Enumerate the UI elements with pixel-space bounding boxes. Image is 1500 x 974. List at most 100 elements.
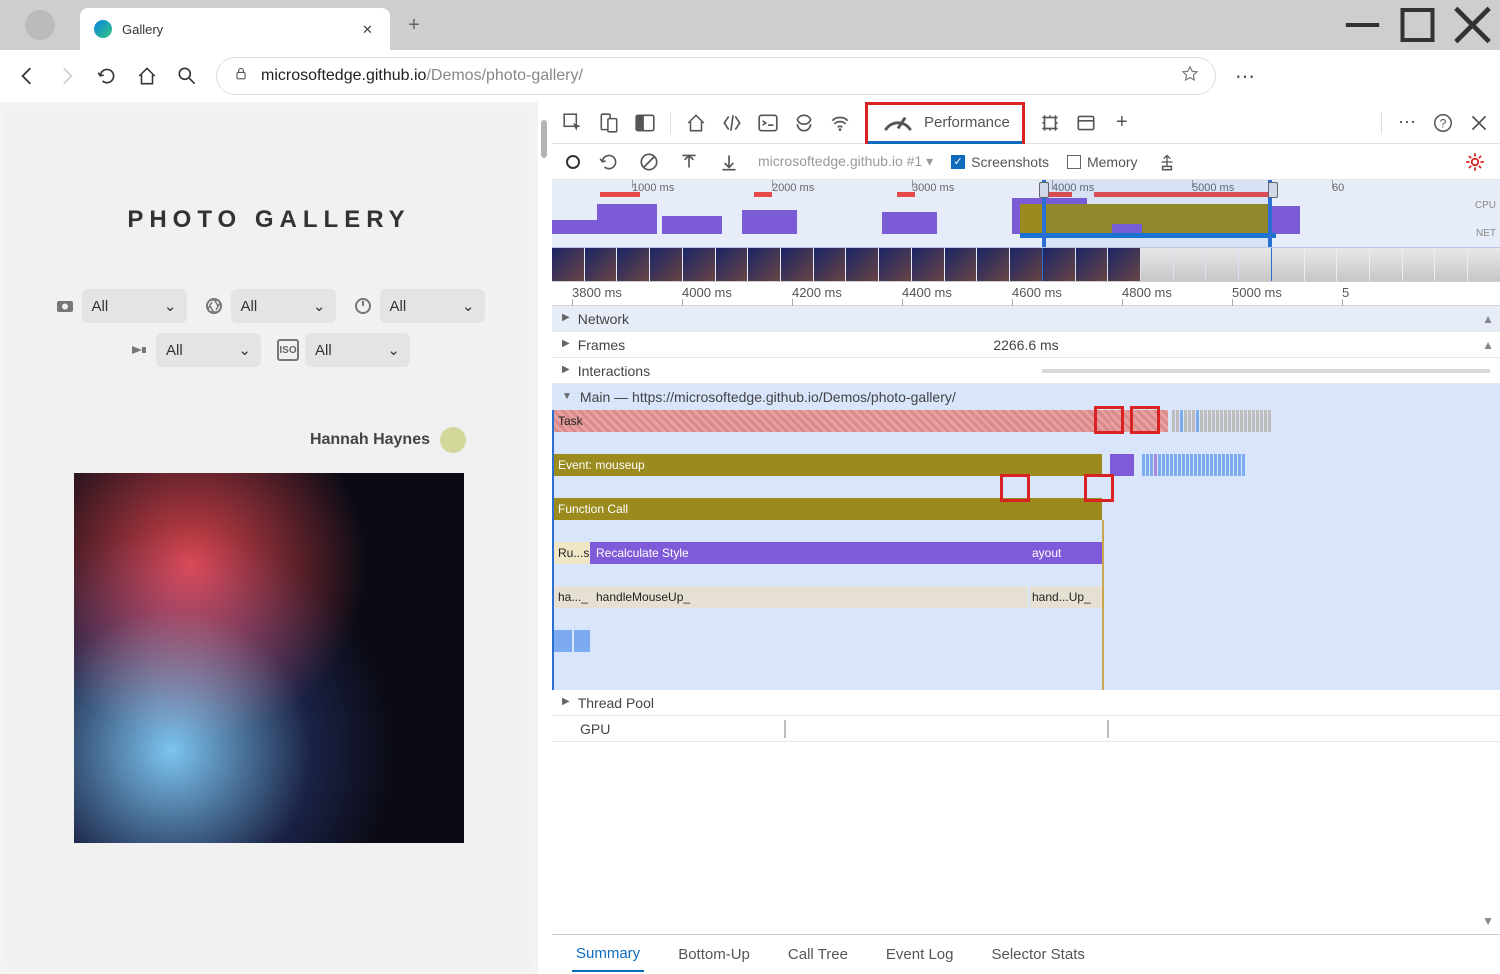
browser-tab[interactable]: Gallery ✕ (80, 8, 390, 50)
tab-selector-stats[interactable]: Selector Stats (987, 938, 1088, 971)
dock-icon[interactable] (634, 112, 656, 134)
elements-icon[interactable] (721, 112, 743, 134)
garbage-collect-icon[interactable] (1156, 151, 1178, 173)
filter-exposure-select[interactable]: All⌄ (380, 289, 485, 323)
welcome-icon[interactable] (685, 112, 707, 134)
lock-icon (233, 66, 249, 87)
browser-more-icon[interactable]: ⋯ (1234, 65, 1256, 87)
flame-recalc[interactable]: Recalculate Style (590, 542, 1030, 564)
memory-checkbox[interactable]: Memory (1067, 154, 1138, 170)
filter-camera-select[interactable]: All⌄ (82, 289, 187, 323)
track-frames[interactable]: ▶Frames2266.6 ms▲ (552, 332, 1500, 358)
application-icon[interactable] (1075, 112, 1097, 134)
home-button[interactable] (136, 65, 158, 87)
tab-close-icon[interactable]: ✕ (362, 22, 376, 36)
add-tab-icon[interactable]: + (1111, 112, 1133, 134)
network-icon[interactable] (829, 112, 851, 134)
sources-icon[interactable] (793, 112, 815, 134)
tab-event-log[interactable]: Event Log (882, 938, 958, 971)
maximize-button[interactable] (1390, 5, 1445, 45)
tab-performance[interactable]: Performance (865, 102, 1025, 144)
cpu-label: CPU (1475, 200, 1496, 211)
overview-tick: 3000 ms (912, 182, 954, 194)
filmstrip (552, 247, 1500, 281)
window-close-button[interactable] (1445, 5, 1500, 45)
window-titlebar: Gallery ✕ + (0, 0, 1500, 50)
flame-handle2[interactable]: handleMouseUp_ (590, 586, 1028, 608)
overview-tick: 2000 ms (772, 182, 814, 194)
window-controls (1335, 5, 1500, 45)
reload-record-button[interactable] (598, 151, 620, 173)
filter-focal-select[interactable]: All⌄ (156, 333, 261, 367)
selection-handle-left[interactable] (1039, 182, 1049, 198)
flame-handle1[interactable]: ha..._ (552, 586, 590, 608)
gallery-photo[interactable] (74, 473, 464, 843)
clear-button[interactable] (638, 151, 660, 173)
new-tab-button[interactable]: + (400, 11, 428, 39)
net-label: NET (1476, 228, 1496, 239)
tab-summary[interactable]: Summary (572, 937, 644, 972)
page-heading: PHOTO GALLERY (10, 206, 528, 234)
track-interactions[interactable]: ▶Interactions (552, 358, 1500, 384)
browser-toolbar: microsoftedge.github.io/Demos/photo-gall… (0, 50, 1500, 102)
search-icon[interactable] (176, 65, 198, 87)
favorite-icon[interactable] (1181, 65, 1199, 88)
address-path: /Demos/photo-gallery/ (426, 67, 583, 84)
address-bar[interactable]: microsoftedge.github.io/Demos/photo-gall… (216, 57, 1216, 95)
download-icon[interactable] (718, 151, 740, 173)
help-icon[interactable]: ? (1432, 112, 1454, 134)
svg-text:?: ? (1440, 116, 1447, 130)
filter-aperture-select[interactable]: All⌄ (231, 289, 336, 323)
perf-settings-icon[interactable] (1464, 151, 1486, 173)
ruler-tick: 4400 ms (902, 285, 952, 300)
minimize-button[interactable] (1335, 5, 1390, 45)
ruler-tick: 4600 ms (1012, 285, 1062, 300)
flame-task[interactable]: Task (552, 410, 1110, 432)
track-main-header[interactable]: ▼Main — https://microsoftedge.github.io/… (552, 384, 1500, 410)
screenshots-checkbox[interactable]: ✓Screenshots (951, 154, 1049, 170)
filter-iso-select[interactable]: All⌄ (305, 333, 410, 367)
author-name: Hannah Haynes (310, 431, 430, 448)
tab-bottom-up[interactable]: Bottom-Up (674, 938, 754, 971)
author-avatar-icon (440, 427, 466, 453)
iso-icon: ISO (277, 339, 299, 361)
devtools-close-icon[interactable] (1468, 112, 1490, 134)
pane-resizer[interactable] (538, 102, 552, 974)
track-gpu[interactable]: GPU (552, 716, 1500, 742)
flame-event[interactable]: Event: mouseup (552, 454, 1102, 476)
exposure-icon (352, 295, 374, 317)
inspect-icon[interactable] (562, 112, 584, 134)
tab-title: Gallery (122, 22, 352, 37)
flame-run[interactable]: Ru...s (552, 542, 590, 564)
refresh-button[interactable] (96, 65, 118, 87)
content-split: PHOTO GALLERY All⌄ All⌄ All⌄ All⌄ ISO Al… (0, 102, 1500, 974)
overview-timeline[interactable]: 1000 ms 2000 ms 3000 ms 4000 ms 5000 ms … (552, 180, 1500, 282)
track-threadpool[interactable]: ▶Thread Pool (552, 690, 1500, 716)
selection-handle-right[interactable] (1268, 182, 1278, 198)
flame-layout[interactable]: ayout (1030, 542, 1102, 564)
flame-chart[interactable]: Task Event: mouseup Function Call (552, 410, 1500, 690)
ruler-tick: 4200 ms (792, 285, 842, 300)
address-host: microsoftedge.github.io (261, 67, 426, 84)
device-icon[interactable] (598, 112, 620, 134)
tab-call-tree[interactable]: Call Tree (784, 938, 852, 971)
track-network[interactable]: ▶Network▲ (552, 306, 1500, 332)
upload-icon[interactable] (678, 151, 700, 173)
profile-avatar-icon[interactable] (25, 10, 55, 40)
ruler-tick: 4800 ms (1122, 285, 1172, 300)
flame-handle3[interactable]: hand...Up_ (1030, 586, 1102, 608)
scrollbar-thumb[interactable] (541, 120, 547, 158)
recording-dropdown[interactable]: microsoftedge.github.io #1 ▾ (758, 153, 933, 170)
ruler-tick: 3800 ms (572, 285, 622, 300)
tracks-area[interactable]: ▶Network▲ ▶Frames2266.6 ms▲ ▶Interaction… (552, 306, 1500, 934)
memory-icon[interactable] (1039, 112, 1061, 134)
overview-tick: 60 (1332, 182, 1344, 194)
flame-fncall[interactable]: Function Call (552, 498, 1102, 520)
forward-button (56, 65, 78, 87)
ruler-tick: 4000 ms (682, 285, 732, 300)
record-button[interactable] (566, 155, 580, 169)
devtools-more-icon[interactable]: ⋯ (1396, 112, 1418, 134)
back-button[interactable] (16, 65, 38, 87)
console-icon[interactable] (757, 112, 779, 134)
time-ruler[interactable]: 3800 ms 4000 ms 4200 ms 4400 ms 4600 ms … (552, 282, 1500, 306)
